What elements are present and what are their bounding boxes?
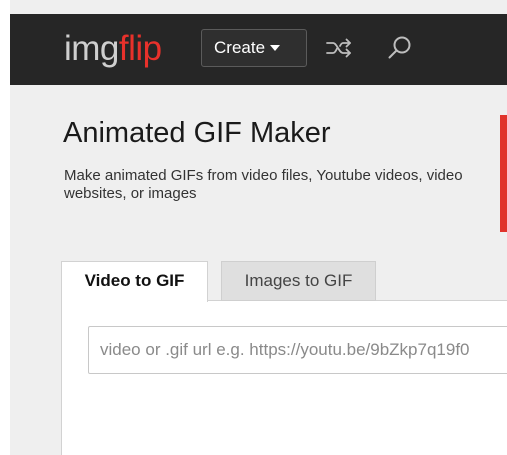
page-subtitle: Make animated GIFs from video files, You… (64, 167, 463, 202)
gif-maker-panel (61, 300, 507, 455)
shuffle-icon (326, 38, 351, 58)
video-url-input[interactable] (88, 326, 507, 374)
caret-down-icon (270, 45, 281, 51)
page: imgflip Create Animated GIF Maker Make a… (0, 0, 507, 455)
create-label: Create (214, 38, 266, 57)
create-dropdown-button[interactable]: Create (201, 29, 307, 67)
shuffle-button[interactable] (324, 33, 354, 63)
search-button[interactable] (385, 33, 415, 63)
page-title: Animated GIF Maker (63, 117, 331, 149)
logo-text-accent: flip (118, 29, 162, 68)
imgflip-logo[interactable]: imgflip (64, 27, 162, 71)
ad-banner-edge (500, 115, 507, 232)
logo-text-main: img (64, 29, 119, 68)
search-icon (388, 36, 411, 59)
tab-video-to-gif[interactable]: Video to GIF (61, 261, 208, 302)
tab-images-to-gif[interactable]: Images to GIF (221, 261, 376, 301)
